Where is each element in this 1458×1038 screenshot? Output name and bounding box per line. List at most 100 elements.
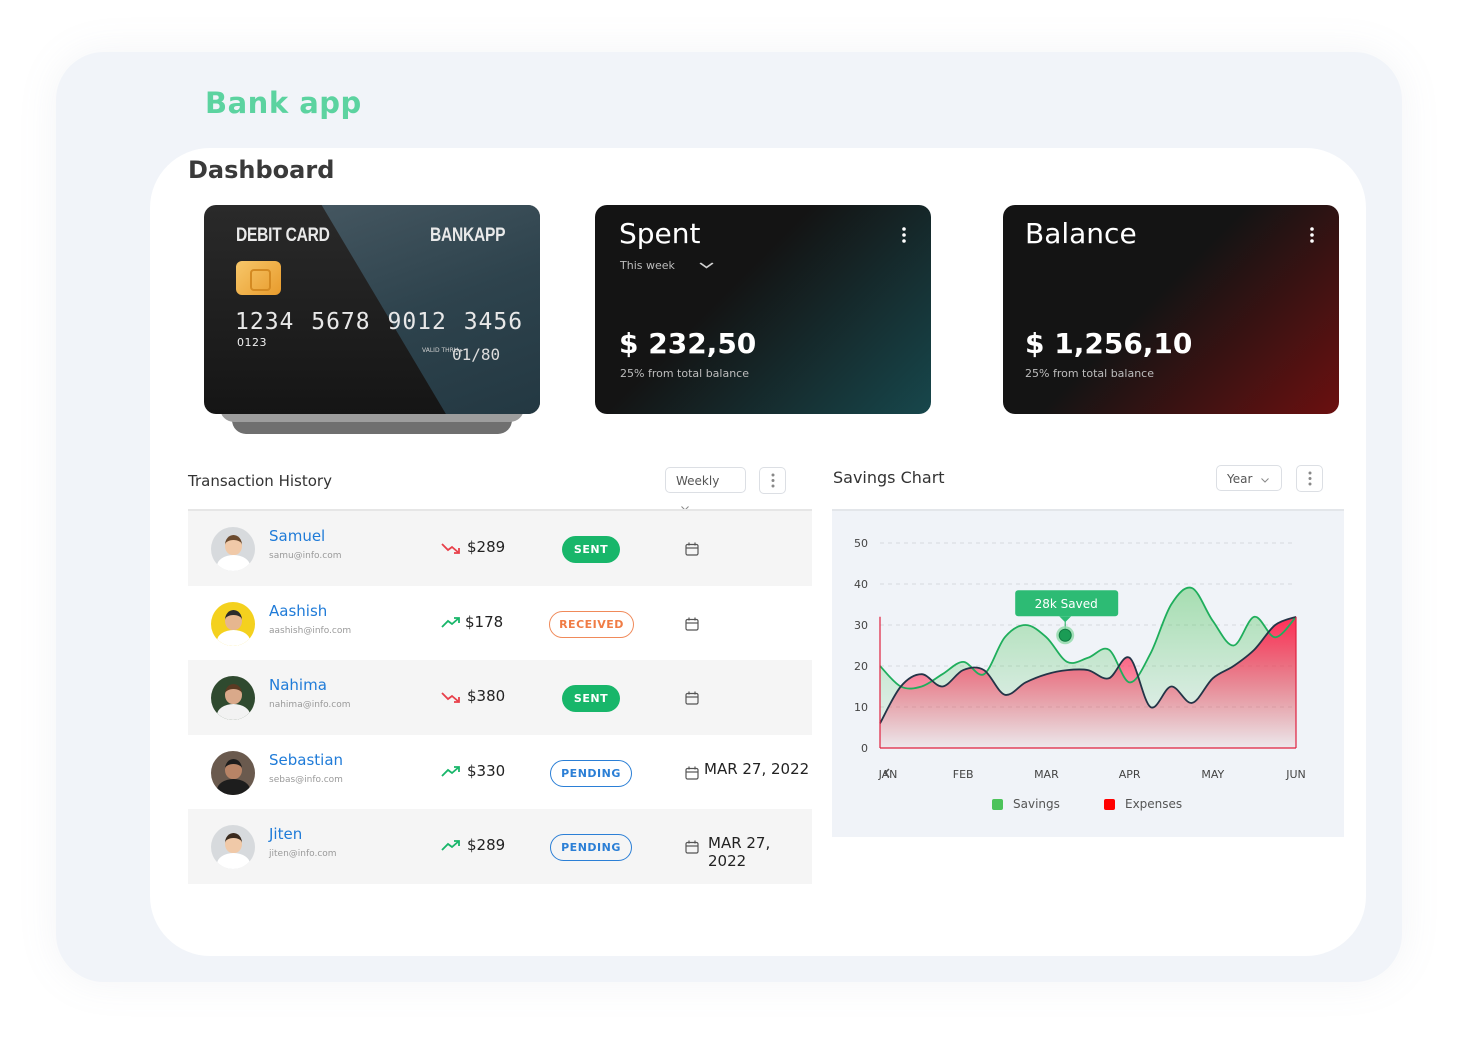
x-tick-label: MAR: [1034, 768, 1059, 781]
app-title: Bank app: [205, 86, 362, 120]
card-number: 1234 5678 9012 3456: [235, 309, 524, 335]
trend-up-icon: [441, 765, 460, 777]
chevron-down-icon: [1261, 478, 1270, 483]
savings-more-button[interactable]: [1296, 465, 1323, 492]
transaction-amount: $289: [467, 836, 506, 854]
transaction-amount: $178: [465, 612, 504, 631]
spent-amount: $ 232,50: [619, 327, 757, 360]
table-row[interactable]: Nahima nahima@info.com $380 SENT: [188, 660, 812, 735]
debit-card[interactable]: DEBIT CARD BANKAPP 1234 5678 9012 3456 0…: [204, 205, 540, 414]
contact-email: sebas@info.com: [269, 774, 343, 785]
contact-email: aashish@info.com: [269, 625, 352, 636]
contact-name[interactable]: Jiten: [269, 825, 302, 843]
spent-note: 25% from total balance: [620, 367, 749, 380]
avatar-head: [225, 535, 242, 555]
y-tick-label: 0: [861, 742, 868, 755]
contact-email: samu@info.com: [269, 551, 342, 561]
more-icon[interactable]: [1309, 226, 1315, 244]
contact-name[interactable]: Samuel: [269, 527, 325, 545]
savings-chart: 0 10 20 30 40 50 JAN FEB MAR APR MAY JUN 28k Saved: [832, 511, 1344, 837]
trend-down-icon: [441, 692, 460, 703]
avatar: [211, 676, 255, 720]
more-icon: [1308, 471, 1311, 486]
status-badge: SENT: [562, 685, 620, 712]
legend-savings-swatch: [992, 799, 1003, 810]
avatar-head: [225, 684, 242, 704]
status-badge: RECEIVED: [549, 610, 634, 638]
more-icon[interactable]: [901, 226, 907, 244]
x-tick-label: MAY: [1201, 768, 1224, 781]
avatar-body: [217, 853, 250, 869]
more-icon: [771, 473, 774, 488]
avatar-head: [225, 609, 242, 630]
contact-name[interactable]: Nahima: [269, 676, 327, 694]
spent-title: Spent: [619, 217, 701, 250]
page-title: Dashboard: [188, 156, 335, 184]
chip-icon: [236, 261, 281, 295]
legend-savings-label: Savings: [1013, 797, 1060, 811]
contact-name[interactable]: Sebastian: [269, 751, 343, 769]
balance-amount: $ 1,256,10: [1025, 327, 1193, 360]
avatar-body: [217, 778, 250, 795]
avatar-body: [217, 629, 250, 646]
calendar-icon[interactable]: [685, 840, 699, 854]
calendar-icon[interactable]: [685, 691, 699, 705]
savings-chart-title: Savings Chart: [833, 468, 945, 487]
chevron-down-icon[interactable]: [699, 262, 714, 269]
weekly-filter-label: Weekly: [676, 474, 720, 488]
calendar-icon[interactable]: [685, 617, 699, 631]
transactions-more-button[interactable]: [759, 467, 786, 494]
weekly-filter-dropdown[interactable]: Weekly: [665, 467, 746, 511]
x-tick-label: JUN: [1285, 768, 1306, 781]
card-small-number: 0123: [237, 336, 267, 349]
y-tick-label: 30: [854, 619, 868, 632]
transaction-history-title: Transaction History: [188, 472, 332, 490]
card-type-label: DEBIT CARD: [236, 225, 330, 246]
calendar-icon[interactable]: [685, 766, 699, 780]
avatar-body: [217, 704, 250, 720]
tooltip-label: 28k Saved: [1035, 597, 1098, 611]
status-badge: PENDING: [550, 834, 632, 861]
status-badge: SENT: [562, 536, 620, 563]
balance-card: Balance $ 1,256,10 25% from total balanc…: [1003, 205, 1339, 414]
y-tick-label: 20: [854, 660, 868, 673]
avatar: [211, 527, 255, 571]
y-tick-label: 40: [854, 578, 868, 591]
table-row[interactable]: Sebastian sebas@info.com $330 PENDING MA…: [188, 735, 812, 810]
spent-period[interactable]: This week: [620, 259, 675, 272]
avatar-head: [225, 758, 242, 779]
year-filter-dropdown[interactable]: Year: [1216, 465, 1282, 491]
balance-note: 25% from total balance: [1025, 367, 1154, 380]
card-brand-label: BANKAPP: [430, 225, 506, 246]
tooltip-marker: [1058, 628, 1072, 642]
transaction-amount: $380: [467, 687, 506, 705]
savings-chart-svg: 01020304050JAN FEB MAR APR MAY JUN28k Saved: [854, 537, 1306, 781]
contact-name[interactable]: Aashish: [269, 602, 327, 620]
avatar: [211, 750, 255, 795]
x-tick-label: FEB: [953, 768, 974, 781]
table-row[interactable]: Aashish aashish@info.com $178 RECEIVED: [188, 586, 812, 661]
avatar-body: [217, 555, 250, 571]
x-tick-label: APR: [1119, 768, 1141, 781]
balance-title: Balance: [1025, 217, 1137, 250]
table-row[interactable]: Samuel samu@info.com $289 SENT: [188, 511, 812, 586]
spent-card: Spent This week $ 232,50 25% from total …: [595, 205, 931, 414]
y-tick-label: 50: [854, 537, 868, 550]
transaction-date: MAR 27, 2022: [708, 834, 771, 870]
trend-down-icon: [441, 543, 460, 554]
y-tick-label: 10: [854, 701, 868, 714]
card-expiry: 01/80: [452, 345, 501, 364]
tooltip-arrow: [1059, 616, 1072, 623]
transaction-date: MAR 27, 2022: [704, 759, 810, 778]
contact-email: nahima@info.com: [269, 700, 351, 710]
trend-up-icon: [441, 616, 460, 628]
avatar-head: [225, 833, 242, 853]
table-row[interactable]: Jiten jiten@info.com $289 PENDING MAR 27…: [188, 809, 812, 884]
year-filter-label: Year: [1227, 472, 1253, 486]
transaction-amount: $330: [467, 761, 506, 780]
status-badge: PENDING: [550, 759, 632, 787]
calendar-icon[interactable]: [685, 542, 699, 556]
legend-expenses-swatch: [1104, 799, 1115, 810]
transaction-amount: $289: [467, 538, 506, 556]
legend-expenses-label: Expenses: [1125, 797, 1183, 811]
